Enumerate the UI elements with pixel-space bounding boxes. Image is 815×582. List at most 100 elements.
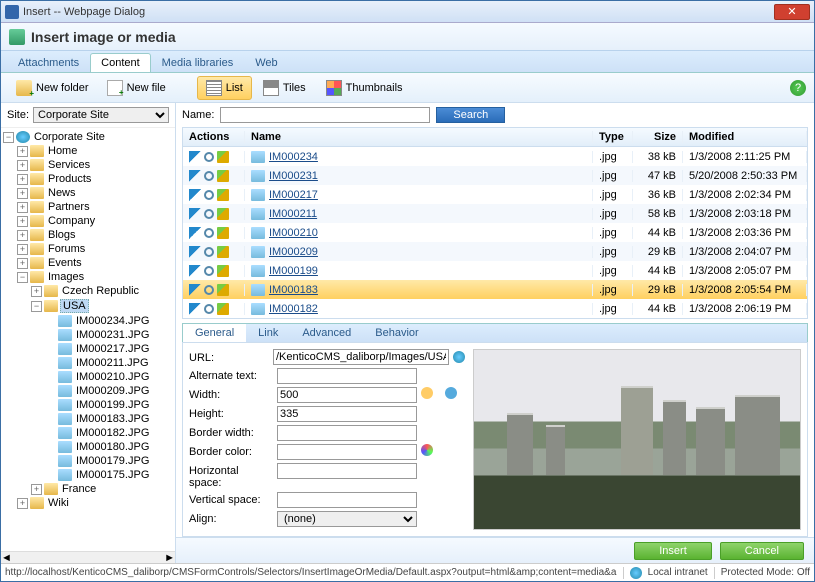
new-file-button[interactable]: New file: [98, 76, 175, 100]
view-icon[interactable]: [204, 247, 214, 257]
tab-attachments[interactable]: Attachments: [7, 53, 90, 72]
edit-icon[interactable]: [217, 189, 229, 201]
tree-node[interactable]: IM000211.JPG: [45, 356, 173, 370]
tree-node[interactable]: +Company: [17, 214, 173, 228]
table-row[interactable]: IM000217.jpg36 kB1/3/2008 2:02:34 PM: [183, 185, 807, 204]
prop-tab-advanced[interactable]: Advanced: [290, 324, 363, 342]
tree-node[interactable]: IM000199.JPG: [45, 398, 173, 412]
file-name-link[interactable]: IM000210: [269, 227, 318, 239]
tree-node[interactable]: IM000231.JPG: [45, 328, 173, 342]
file-name-link[interactable]: IM000199: [269, 265, 318, 277]
color-picker-icon[interactable]: [421, 444, 433, 456]
col-size[interactable]: Size: [633, 131, 683, 143]
tree-root[interactable]: −Corporate Site: [3, 130, 173, 144]
tree-node[interactable]: +Services: [17, 158, 173, 172]
select-icon[interactable]: [189, 227, 201, 239]
select-icon[interactable]: [189, 265, 201, 277]
view-icon[interactable]: [204, 266, 214, 276]
align-select[interactable]: (none): [277, 511, 417, 527]
tree-node[interactable]: −USA: [31, 298, 173, 314]
col-name[interactable]: Name: [245, 131, 593, 143]
file-name-link[interactable]: IM000183: [269, 284, 318, 296]
url-input[interactable]: [273, 349, 449, 365]
table-row[interactable]: IM000234.jpg38 kB1/3/2008 2:11:25 PM: [183, 147, 807, 166]
tree-expander[interactable]: +: [17, 202, 28, 213]
edit-icon[interactable]: [217, 303, 229, 315]
view-icon[interactable]: [204, 190, 214, 200]
select-icon[interactable]: [189, 284, 201, 296]
tree-node[interactable]: IM000183.JPG: [45, 412, 173, 426]
edit-icon[interactable]: [217, 208, 229, 220]
tree-node[interactable]: +Events: [17, 256, 173, 270]
tree-expander[interactable]: −: [31, 301, 42, 312]
select-icon[interactable]: [189, 151, 201, 163]
view-thumbnails-button[interactable]: Thumbnails: [317, 76, 412, 100]
tab-content[interactable]: Content: [90, 53, 151, 72]
file-name-link[interactable]: IM000234: [269, 151, 318, 163]
tree-expander[interactable]: +: [17, 258, 28, 269]
bwidth-input[interactable]: [277, 425, 417, 441]
vspace-input[interactable]: [277, 492, 417, 508]
view-icon[interactable]: [204, 285, 214, 295]
tree-expander[interactable]: +: [17, 146, 28, 157]
globe-icon[interactable]: [453, 351, 465, 363]
tab-media-libraries[interactable]: Media libraries: [151, 53, 245, 72]
tree-node[interactable]: +France: [31, 482, 173, 496]
close-button[interactable]: ✕: [774, 4, 810, 20]
tree-expander[interactable]: −: [17, 272, 28, 283]
file-name-link[interactable]: IM000217: [269, 189, 318, 201]
search-button[interactable]: Search: [436, 107, 505, 123]
tree-node[interactable]: +Products: [17, 172, 173, 186]
bcolor-input[interactable]: [277, 444, 417, 460]
tree-node[interactable]: +Home: [17, 144, 173, 158]
edit-icon[interactable]: [217, 170, 229, 182]
tree-node[interactable]: +Forums: [17, 242, 173, 256]
tree-expander[interactable]: +: [31, 484, 42, 495]
select-icon[interactable]: [189, 170, 201, 182]
tree-expander[interactable]: +: [17, 216, 28, 227]
col-modified[interactable]: Modified: [683, 131, 807, 143]
tree-expander[interactable]: +: [17, 188, 28, 199]
tree-node[interactable]: IM000179.JPG: [45, 454, 173, 468]
view-icon[interactable]: [204, 171, 214, 181]
height-input[interactable]: [277, 406, 417, 422]
lock-icon[interactable]: [421, 387, 433, 399]
edit-icon[interactable]: [217, 227, 229, 239]
view-icon[interactable]: [204, 152, 214, 162]
tree-node[interactable]: −Images: [17, 270, 173, 284]
prop-tab-link[interactable]: Link: [246, 324, 290, 342]
select-icon[interactable]: [189, 246, 201, 258]
tree-node[interactable]: IM000182.JPG: [45, 426, 173, 440]
file-name-link[interactable]: IM000182: [269, 303, 318, 315]
select-icon[interactable]: [189, 303, 201, 315]
tree-node[interactable]: +Blogs: [17, 228, 173, 242]
tree-expander[interactable]: −: [3, 132, 14, 143]
edit-icon[interactable]: [217, 246, 229, 258]
tree-node[interactable]: IM000209.JPG: [45, 384, 173, 398]
cancel-button[interactable]: Cancel: [720, 542, 804, 560]
tree-expander[interactable]: +: [17, 230, 28, 241]
edit-icon[interactable]: [217, 284, 229, 296]
table-row[interactable]: IM000199.jpg44 kB1/3/2008 2:05:07 PM: [183, 261, 807, 280]
prop-tab-general[interactable]: General: [183, 324, 246, 342]
tree-expander[interactable]: +: [31, 286, 42, 297]
tree-node[interactable]: IM000234.JPG: [45, 314, 173, 328]
tree-node[interactable]: +Czech Republic: [31, 284, 173, 298]
tree-expander[interactable]: +: [17, 498, 28, 509]
tree-expander[interactable]: +: [17, 174, 28, 185]
search-input[interactable]: [220, 107, 430, 123]
content-tree[interactable]: −Corporate Site+Home+Services+Products+N…: [1, 128, 175, 551]
select-icon[interactable]: [189, 208, 201, 220]
tree-node[interactable]: IM000180.JPG: [45, 440, 173, 454]
width-input[interactable]: [277, 387, 417, 403]
tree-node[interactable]: IM000210.JPG: [45, 370, 173, 384]
tree-expander[interactable]: +: [17, 244, 28, 255]
view-tiles-button[interactable]: Tiles: [254, 76, 315, 100]
tab-web[interactable]: Web: [244, 53, 288, 72]
site-select[interactable]: Corporate Site: [33, 107, 169, 123]
file-name-link[interactable]: IM000211: [269, 208, 317, 220]
edit-icon[interactable]: [217, 151, 229, 163]
view-list-button[interactable]: List: [197, 76, 252, 100]
prop-tab-behavior[interactable]: Behavior: [363, 324, 430, 342]
view-icon[interactable]: [204, 209, 214, 219]
